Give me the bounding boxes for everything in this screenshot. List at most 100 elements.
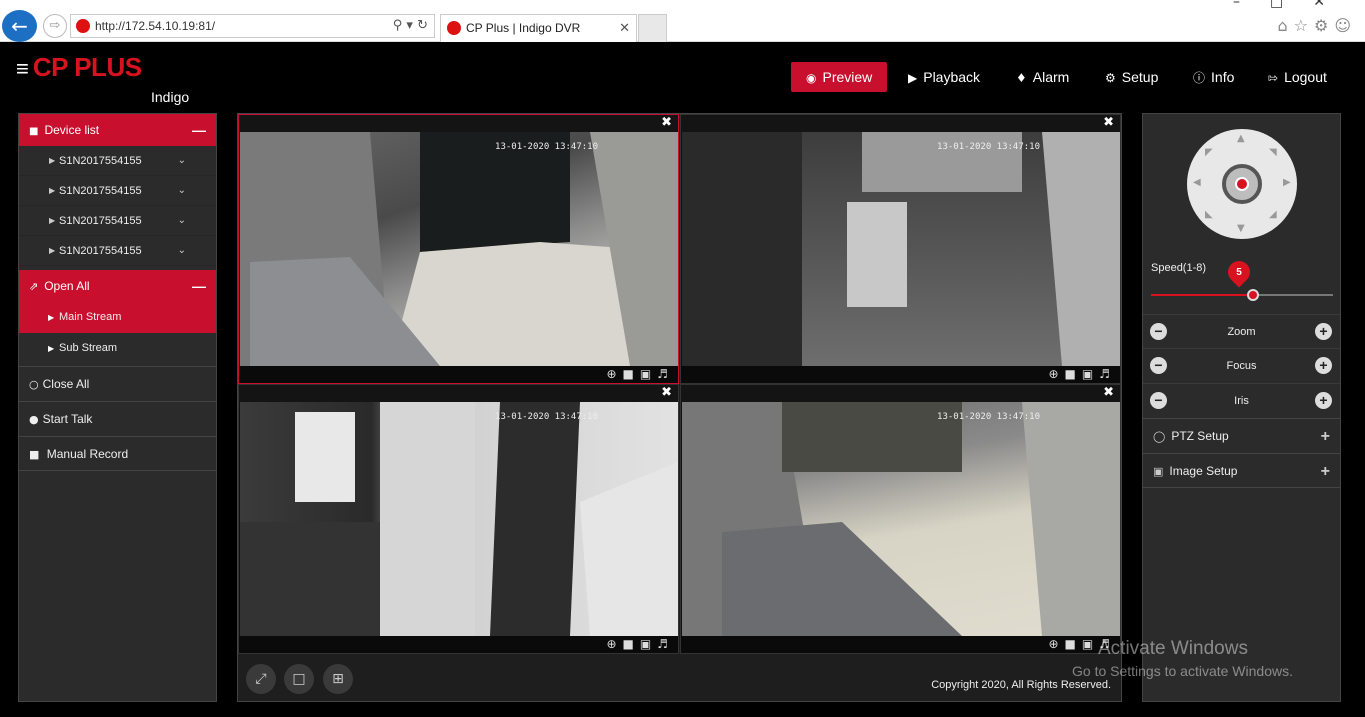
arrow-left-icon[interactable]: ◀ xyxy=(1193,177,1201,188)
snapshot-icon[interactable]: ▣ xyxy=(1082,367,1099,381)
caret-right-icon: ▶ xyxy=(49,246,56,255)
video-camera-icon: ■ xyxy=(29,448,40,461)
collapse-icon[interactable]: — xyxy=(192,114,206,146)
camera-feed[interactable]: 13-01-2020 13:47:10 xyxy=(240,402,678,636)
device-list-header[interactable]: ■ Device list — xyxy=(19,114,216,146)
video-cell-3[interactable]: ✖ 13-01-2020 13:47:10 ⊕■▣♬ xyxy=(238,384,679,654)
zoom-icon[interactable]: ⊕ xyxy=(606,367,622,381)
device-item[interactable]: ▶ S1N2017554155 ⌄ xyxy=(19,206,216,236)
arrow-right-icon[interactable]: ▶ xyxy=(1283,177,1291,188)
timestamp: 13-01-2020 13:47:10 xyxy=(495,412,598,422)
camera-feed[interactable]: 13-01-2020 13:47:10 xyxy=(682,402,1120,636)
snapshot-icon[interactable]: ▣ xyxy=(640,637,657,651)
zoom-in-button[interactable]: + xyxy=(1315,323,1332,340)
close-all-button[interactable]: ○ Close All xyxy=(19,366,216,401)
close-icon[interactable]: ✖ xyxy=(661,115,672,130)
browser-toolbar-icons[interactable]: ⌂☆⚙☺ xyxy=(1277,16,1357,35)
chevron-down-icon[interactable]: ⌄ xyxy=(178,206,186,236)
expand-plus-icon[interactable]: + xyxy=(1321,419,1330,454)
record-icon[interactable]: ■ xyxy=(623,637,640,651)
arrow-down-icon[interactable]: ▼ xyxy=(1237,223,1245,234)
video-cell-1[interactable]: ✖ 13-01-2020 13:47:10 ⊕■▣♬ xyxy=(238,114,679,384)
back-button[interactable]: ← xyxy=(2,10,37,42)
speed-slider-handle[interactable] xyxy=(1247,289,1259,301)
ptz-setup-item[interactable]: ◯ PTZ Setup + xyxy=(1143,418,1340,453)
record-icon[interactable]: ■ xyxy=(1065,637,1082,651)
speed-slider[interactable]: 5 xyxy=(1151,256,1333,301)
forward-button[interactable]: ⇨ xyxy=(43,14,67,38)
cell-toolbar: ⊕■▣♬ xyxy=(239,366,678,383)
nav-logout[interactable]: ⇰ Logout xyxy=(1268,62,1327,92)
copyright-text: Copyright 2020, All Rights Reserved. xyxy=(931,679,1111,691)
browser-tab[interactable]: CP Plus | Indigo DVR ✕ xyxy=(440,14,637,42)
open-all-section: ⇗ Open All — ▶ Main Stream ▶ Sub Stream xyxy=(19,270,216,364)
arrow-up-icon[interactable]: ▲ xyxy=(1237,133,1245,144)
main-stream-item[interactable]: ▶ Main Stream xyxy=(19,302,216,333)
record-icon[interactable]: ■ xyxy=(623,367,640,381)
image-icon: ▣ xyxy=(1153,465,1164,478)
record-icon[interactable]: ■ xyxy=(1065,367,1082,381)
nav-info[interactable]: ⓘ Info xyxy=(1193,62,1234,92)
chevron-down-icon[interactable]: ⌄ xyxy=(178,236,186,266)
nav-playback[interactable]: ▶ Playback xyxy=(908,62,980,92)
camera-feed[interactable]: 13-01-2020 13:47:10 xyxy=(682,132,1120,366)
cell-tools[interactable]: ⊕■▣♬ xyxy=(606,636,674,653)
video-cell-4[interactable]: ✖ 13-01-2020 13:47:10 ⊕■▣♬ xyxy=(680,384,1121,654)
camera-feed[interactable]: 13-01-2020 13:47:10 xyxy=(240,132,678,366)
chevron-down-icon[interactable]: ⌄ xyxy=(178,176,186,206)
manual-record-button[interactable]: ■ Manual Record xyxy=(19,436,216,471)
single-view-button[interactable]: □ xyxy=(284,664,314,694)
arrow-up-right-icon[interactable]: ◥ xyxy=(1269,147,1277,158)
zoom-out-button[interactable]: − xyxy=(1150,323,1167,340)
address-tools-icon[interactable]: ⚲ ▾ ↻ xyxy=(393,15,428,37)
iris-label: Iris xyxy=(1234,395,1249,407)
sub-stream-item[interactable]: ▶ Sub Stream xyxy=(19,333,216,364)
ptz-direction-pad[interactable]: ▲ ▼ ◀ ▶ ◤ ◥ ◣ ◢ xyxy=(1187,129,1297,239)
nav-alarm[interactable]: ♦ Alarm xyxy=(1016,62,1069,92)
quad-view-button[interactable]: ⊞ xyxy=(323,664,353,694)
ptz-center-button[interactable] xyxy=(1222,164,1262,204)
audio-icon[interactable]: ♬ xyxy=(657,367,674,381)
arrow-down-right-icon[interactable]: ◢ xyxy=(1269,209,1277,220)
audio-icon[interactable]: ♬ xyxy=(1099,367,1116,381)
start-talk-button[interactable]: ● Start Talk xyxy=(19,401,216,436)
zoom-icon[interactable]: ⊕ xyxy=(1048,637,1064,651)
video-cell-2[interactable]: ✖ 13-01-2020 13:47:10 ⊕■▣♬ xyxy=(680,114,1121,384)
tab-close-icon[interactable]: ✕ xyxy=(619,15,630,41)
zoom-icon[interactable]: ⊕ xyxy=(1048,367,1064,381)
chevron-down-icon[interactable]: ⌄ xyxy=(178,146,186,176)
device-item[interactable]: ▶ S1N2017554155 ⌄ xyxy=(19,236,216,266)
close-icon[interactable]: ✖ xyxy=(1103,385,1114,400)
fullscreen-button[interactable]: ⤢ xyxy=(246,664,276,694)
arrow-down-left-icon[interactable]: ◣ xyxy=(1205,209,1213,220)
open-all-header[interactable]: ⇗ Open All — xyxy=(19,270,216,302)
close-icon[interactable]: ✖ xyxy=(661,385,672,400)
audio-icon[interactable]: ♬ xyxy=(657,637,674,651)
new-tab-button[interactable] xyxy=(638,14,667,42)
cell-tools[interactable]: ⊕■▣♬ xyxy=(1048,366,1116,383)
arrow-up-left-icon[interactable]: ◤ xyxy=(1205,147,1213,158)
nav-label: Logout xyxy=(1284,69,1327,85)
device-item[interactable]: ▶ S1N2017554155 ⌄ xyxy=(19,146,216,176)
window-controls[interactable]: –□✕ xyxy=(1233,0,1355,10)
focus-plus-button[interactable]: + xyxy=(1315,357,1332,374)
snapshot-icon[interactable]: ▣ xyxy=(640,367,657,381)
device-item[interactable]: ▶ S1N2017554155 ⌄ xyxy=(19,176,216,206)
cell-tools[interactable]: ⊕■▣♬ xyxy=(606,366,674,383)
cell-tools[interactable]: ⊕■▣♬ xyxy=(1048,636,1116,653)
address-bar[interactable]: http://172.54.10.19:81/ ⚲ ▾ ↻ xyxy=(70,14,435,38)
audio-icon[interactable]: ♬ xyxy=(1099,637,1116,651)
bell-icon: ♦ xyxy=(1016,71,1027,85)
snapshot-icon[interactable]: ▣ xyxy=(1082,637,1099,651)
nav-setup[interactable]: ⚙ Setup xyxy=(1105,62,1158,92)
nav-preview[interactable]: ◉ Preview xyxy=(791,62,888,92)
close-icon[interactable]: ✖ xyxy=(1103,115,1114,130)
zoom-icon[interactable]: ⊕ xyxy=(606,637,622,651)
cell-toolbar: ⊕■▣♬ xyxy=(681,366,1120,383)
iris-plus-button[interactable]: + xyxy=(1315,392,1332,409)
expand-plus-icon[interactable]: + xyxy=(1321,454,1330,489)
iris-minus-button[interactable]: − xyxy=(1150,392,1167,409)
collapse-icon[interactable]: — xyxy=(192,270,206,302)
image-setup-item[interactable]: ▣ Image Setup + xyxy=(1143,453,1340,488)
focus-minus-button[interactable]: − xyxy=(1150,357,1167,374)
